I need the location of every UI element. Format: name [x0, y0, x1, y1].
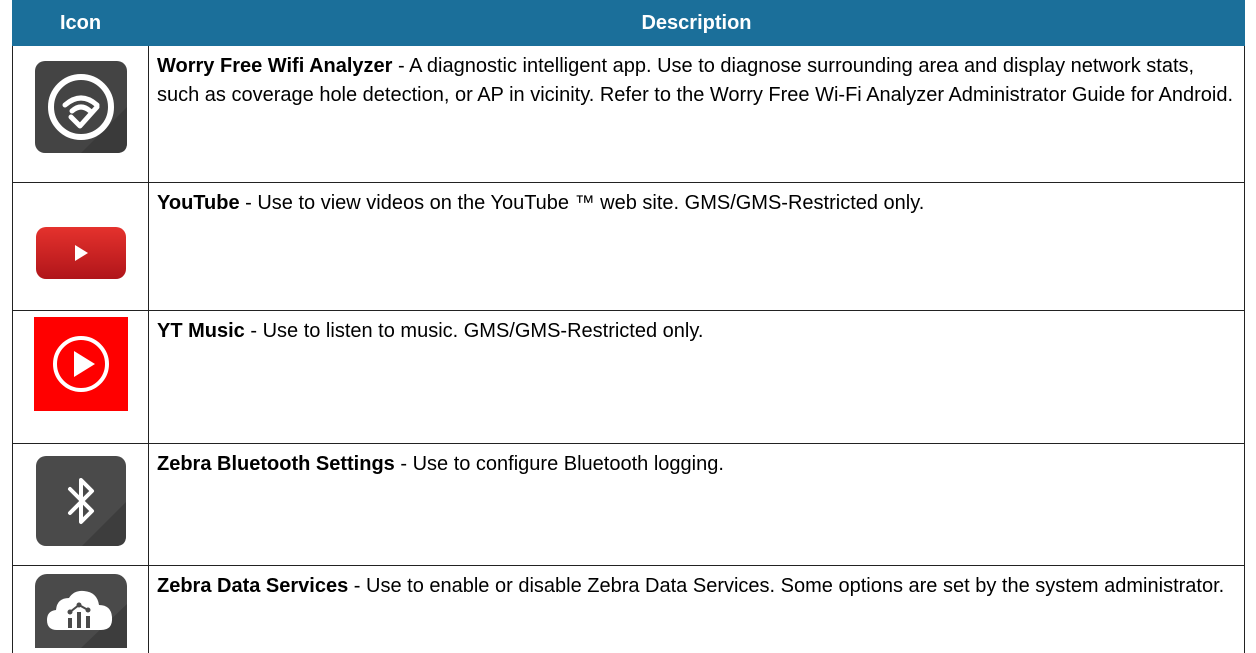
description-cell: Worry Free Wifi Analyzer - A diagnostic …: [149, 46, 1245, 183]
app-name: Zebra Data Services: [157, 575, 348, 597]
icon-cell: [13, 566, 149, 653]
app-description: - Use to listen to music. GMS/GMS-Restri…: [245, 320, 704, 342]
description-cell: YT Music - Use to listen to music. GMS/G…: [149, 311, 1245, 444]
icon-cell: [13, 183, 149, 311]
app-name: YT Music: [157, 320, 245, 342]
table-row: Zebra Data Services - Use to enable or d…: [13, 566, 1245, 653]
icon-cell: [13, 46, 149, 183]
table-row: YouTube - Use to view videos on the YouT…: [13, 183, 1245, 311]
description-cell: Zebra Bluetooth Settings - Use to config…: [149, 444, 1245, 566]
app-name: Worry Free Wifi Analyzer: [157, 55, 392, 77]
bluetooth-icon: [36, 456, 126, 546]
wifi-analyzer-icon: [35, 61, 127, 153]
header-row: Icon Description: [13, 1, 1245, 46]
icon-cell: [13, 311, 149, 444]
youtube-icon: [36, 227, 126, 279]
cloud-data-icon: [35, 574, 127, 648]
app-description: - Use to configure Bluetooth logging.: [395, 453, 724, 475]
icon-column-header: Icon: [13, 1, 149, 46]
table-row: Worry Free Wifi Analyzer - A diagnostic …: [13, 46, 1245, 183]
app-description: - Use to enable or disable Zebra Data Se…: [348, 575, 1224, 597]
app-name: Zebra Bluetooth Settings: [157, 453, 395, 475]
icon-cell: [13, 444, 149, 566]
app-description: - Use to view videos on the YouTube ™ we…: [240, 192, 925, 214]
table-row: Zebra Bluetooth Settings - Use to config…: [13, 444, 1245, 566]
apps-table: Icon Description Worry Fre: [12, 0, 1245, 653]
description-column-header: Description: [149, 1, 1245, 46]
yt-music-icon: [34, 317, 128, 411]
app-name: YouTube: [157, 192, 240, 214]
description-cell: YouTube - Use to view videos on the YouT…: [149, 183, 1245, 311]
description-cell: Zebra Data Services - Use to enable or d…: [149, 566, 1245, 653]
table-row: YT Music - Use to listen to music. GMS/G…: [13, 311, 1245, 444]
